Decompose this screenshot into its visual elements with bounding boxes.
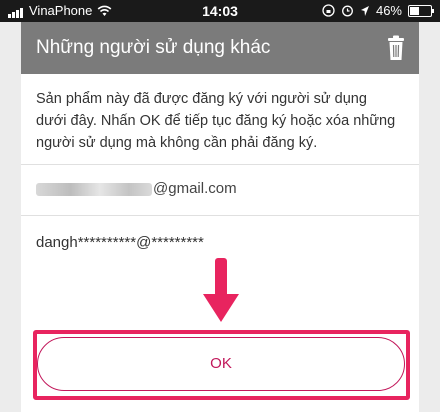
other-users-dialog: Những người sử dụng khác Sản phẩm này đã… — [21, 22, 419, 412]
location-icon — [360, 5, 369, 16]
ok-button[interactable]: OK — [37, 337, 405, 391]
arrow-down-icon — [203, 258, 239, 322]
dialog-description: Sản phẩm này đã được đăng ký với người s… — [36, 88, 411, 154]
account-row: @gmail.com — [36, 180, 237, 197]
divider — [21, 164, 419, 165]
description-line: Sản phẩm này đã được đăng ký với người s… — [36, 91, 367, 107]
description-line: người sử dụng mà không cần phải đăng ký. — [36, 135, 318, 151]
blurred-email-prefix — [36, 182, 152, 196]
trash-icon[interactable] — [387, 35, 405, 61]
description-line: dưới đây. Nhấn OK để tiếp tục đăng ký ho… — [36, 113, 396, 129]
dialog-header: Những người sử dụng khác — [21, 22, 419, 74]
alarm-icon — [342, 5, 353, 17]
status-bar: VinaPhone 14:03 46% — [0, 0, 440, 22]
battery-icon — [408, 4, 434, 17]
account-row: dangh**********@********* — [36, 234, 204, 251]
account-email-suffix: @gmail.com — [153, 180, 237, 197]
lock-rotation-icon — [322, 4, 335, 17]
battery-percent: 46% — [375, 3, 402, 18]
dialog-title: Những người sử dụng khác — [36, 37, 271, 58]
account-email: dangh**********@********* — [36, 234, 204, 251]
divider — [21, 215, 419, 216]
